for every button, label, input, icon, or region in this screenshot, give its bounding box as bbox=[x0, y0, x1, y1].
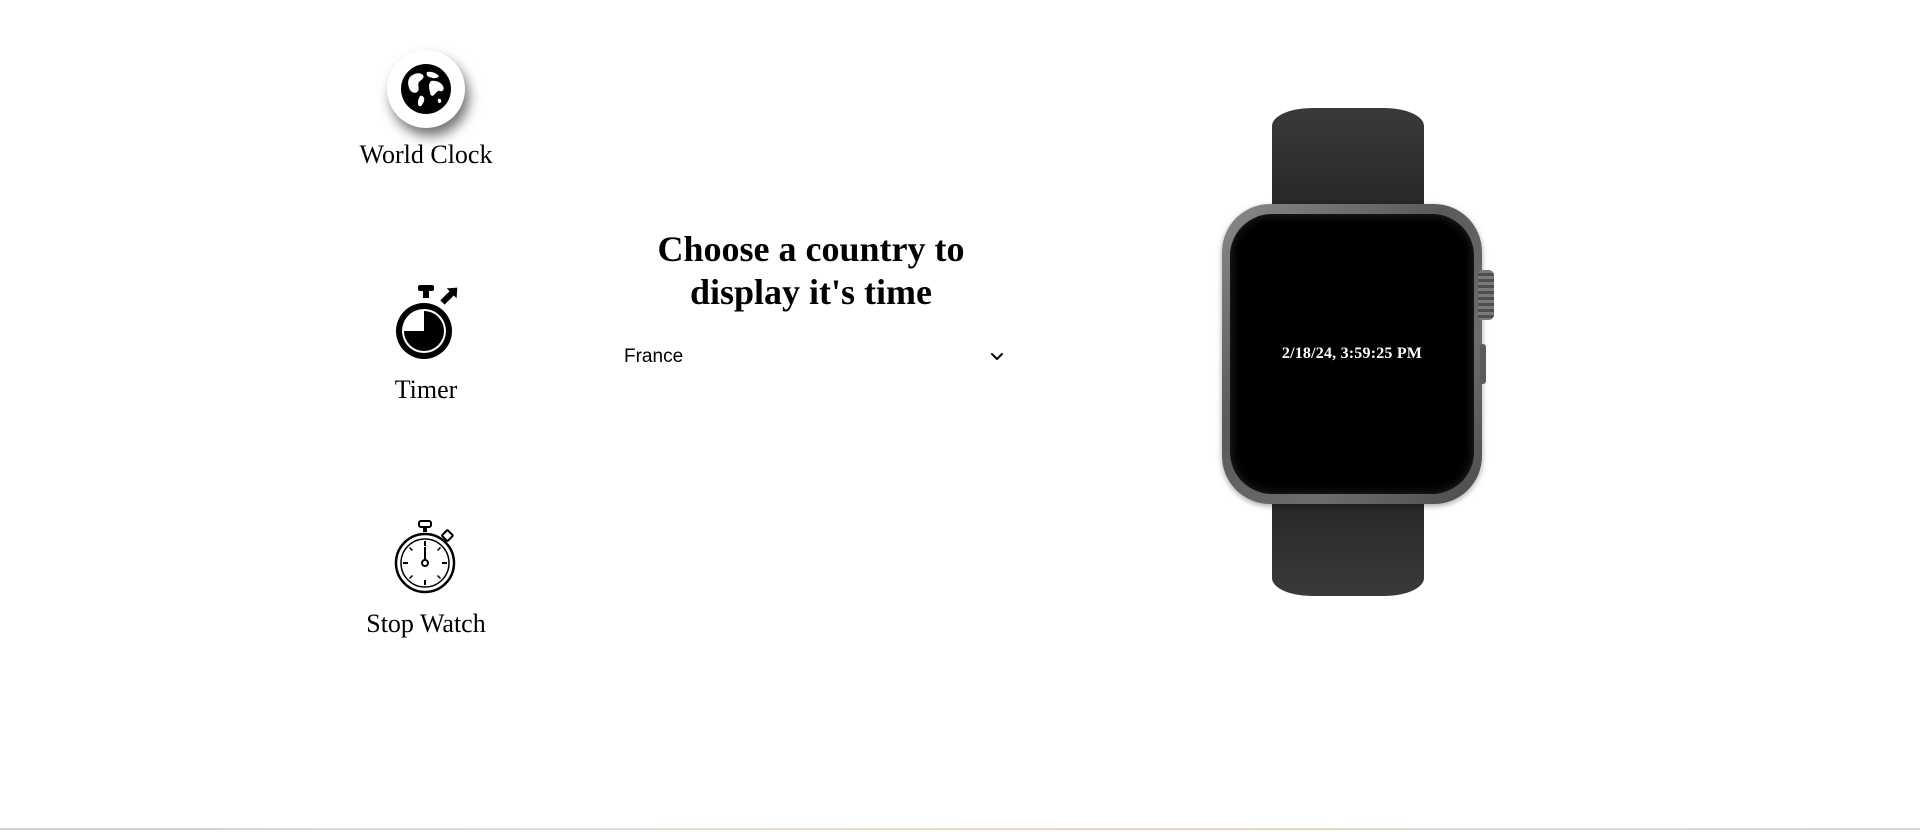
watch-case: 2/18/24, 3:59:25 PM bbox=[1222, 204, 1482, 504]
country-selector-panel: Choose a country to display it's time Fr… bbox=[616, 228, 1006, 372]
nav-world-clock[interactable]: World Clock bbox=[326, 50, 526, 170]
nav-timer[interactable]: Timer bbox=[326, 283, 526, 405]
watch-side-button bbox=[1480, 344, 1486, 384]
timer-icon bbox=[396, 285, 458, 359]
nav-stop-watch-label[interactable]: Stop Watch bbox=[326, 609, 526, 639]
country-select-value[interactable]: France bbox=[624, 346, 683, 367]
watch-time-display: 2/18/24, 3:59:25 PM bbox=[1281, 345, 1423, 362]
chevron-down-icon[interactable] bbox=[990, 350, 1004, 364]
smart-watch: 2/18/24, 3:59:25 PM bbox=[1220, 104, 1500, 604]
globe-icon bbox=[401, 64, 451, 114]
nav-stop-watch[interactable]: Stop Watch bbox=[326, 517, 526, 639]
stopwatch-icon bbox=[394, 520, 456, 594]
country-select[interactable]: France bbox=[624, 342, 1004, 372]
globe-icon-wrapper[interactable] bbox=[387, 50, 465, 128]
selector-heading: Choose a country to display it's time bbox=[657, 229, 965, 312]
watch-crown bbox=[1478, 270, 1494, 320]
nav-timer-label[interactable]: Timer bbox=[326, 375, 526, 405]
stopwatch-icon-wrapper[interactable] bbox=[386, 517, 466, 597]
watch-screen: 2/18/24, 3:59:25 PM bbox=[1230, 214, 1474, 494]
nav-world-clock-label[interactable]: World Clock bbox=[326, 140, 526, 170]
timer-icon-wrapper[interactable] bbox=[386, 283, 466, 363]
footer-divider bbox=[0, 828, 1920, 830]
